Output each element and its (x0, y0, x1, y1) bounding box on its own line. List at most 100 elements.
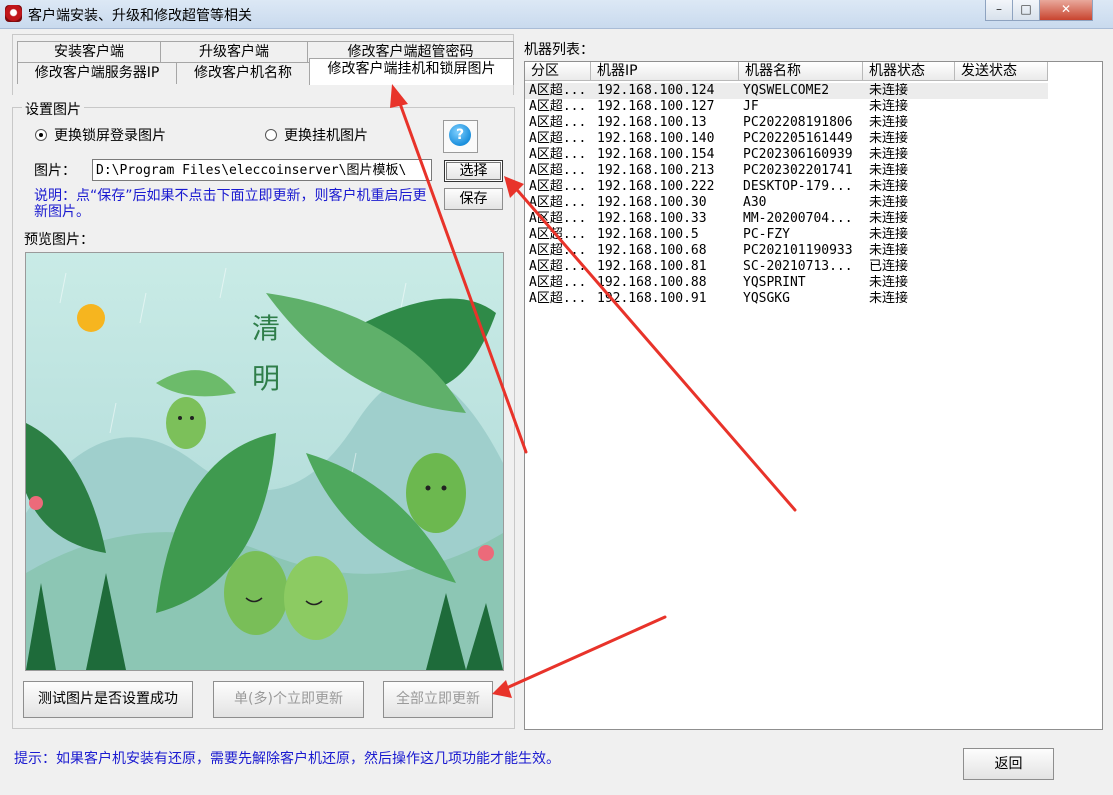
row-status: 未连接 (869, 243, 909, 258)
row-ip: 192.168.100.30 (597, 195, 707, 210)
row-zone: A区超... (529, 227, 587, 242)
row-machine-name: YQSWELCOME2 (743, 83, 830, 98)
radio-lock-screen[interactable] (35, 129, 47, 141)
table-row[interactable]: A区超... 192.168.100.154 PC202306160939 未连接 (525, 147, 1048, 163)
row-ip: 192.168.100.91 (597, 291, 707, 306)
table-row[interactable]: A区超... 192.168.100.213 PC202302201741 未连接 (525, 163, 1048, 179)
row-status: 未连接 (869, 227, 909, 242)
col-zone[interactable]: 分区 (525, 62, 591, 81)
row-ip: 192.168.100.140 (597, 131, 715, 146)
machine-list-label: 机器列表： (524, 42, 594, 58)
window-title: 客户端安装、升级和修改超管等相关 (28, 8, 252, 24)
update-all-button[interactable]: 全部立即更新 (383, 681, 493, 718)
col-name[interactable]: 机器名称 (739, 62, 863, 81)
radio-lock-screen-label[interactable]: 更换锁屏登录图片 (54, 125, 166, 145)
row-machine-name: JF (743, 99, 759, 114)
table-row[interactable]: A区超... 192.168.100.127 JF 未连接 (525, 99, 1048, 115)
row-status: 未连接 (869, 115, 909, 130)
row-machine-name: PC202101190933 (743, 243, 853, 258)
row-zone: A区超... (529, 243, 587, 258)
table-row[interactable]: A区超... 192.168.100.124 YQSWELCOME2 未连接 (525, 83, 1048, 99)
row-zone: A区超... (529, 99, 587, 114)
table-row[interactable]: A区超... 192.168.100.222 DESKTOP-179... 未连接 (525, 179, 1048, 195)
app-icon (5, 5, 22, 22)
row-status: 已连接 (869, 259, 909, 274)
tab-upgrade-client[interactable]: 升级客户端 (160, 41, 308, 63)
maximize-button[interactable]: □ (1012, 0, 1040, 21)
preview-image: 清 明 (25, 252, 504, 671)
tab-change-lock-images[interactable]: 修改客户端挂机和锁屏图片 (309, 58, 514, 85)
table-row[interactable]: A区超... 192.168.100.81 SC-20210713... 已连接 (525, 259, 1048, 275)
row-machine-name: YQSPRINT (743, 275, 806, 290)
row-status: 未连接 (869, 179, 909, 194)
row-machine-name: PC202302201741 (743, 163, 853, 178)
save-button[interactable]: 保存 (444, 188, 503, 210)
col-status[interactable]: 机器状态 (863, 62, 955, 81)
row-zone: A区超... (529, 275, 587, 290)
row-zone: A区超... (529, 83, 587, 98)
row-ip: 192.168.100.222 (597, 179, 715, 194)
tab-change-machine-name[interactable]: 修改客户机名称 (176, 62, 310, 84)
row-status: 未连接 (869, 211, 909, 226)
table-row[interactable]: A区超... 192.168.100.30 A30 未连接 (525, 195, 1048, 211)
tab-install-client[interactable]: 安装客户端 (17, 41, 161, 63)
row-ip: 192.168.100.13 (597, 115, 707, 130)
choose-button[interactable]: 选择 (444, 160, 503, 182)
table-row[interactable]: A区超... 192.168.100.91 YQSGKG 未连接 (525, 291, 1048, 307)
image-label: 图片： (34, 163, 76, 179)
table-row[interactable]: A区超... 192.168.100.140 PC202205161449 未连接 (525, 131, 1048, 147)
close-button[interactable]: ✕ (1039, 0, 1093, 21)
row-status: 未连接 (869, 195, 909, 210)
row-ip: 192.168.100.213 (597, 163, 715, 178)
row-machine-name: YQSGKG (743, 291, 790, 306)
hint-text: 提示：如果客户机安装有还原，需要先解除客户机还原，然后操作这几项功能才能生效。 (14, 751, 560, 767)
back-button[interactable]: 返回 (963, 748, 1054, 780)
row-status: 未连接 (869, 163, 909, 178)
machine-list[interactable]: 分区 机器IP 机器名称 机器状态 发送状态 A区超... 192.168.100… (524, 61, 1103, 730)
table-row[interactable]: A区超... 192.168.100.5 PC-FZY 未连接 (525, 227, 1048, 243)
row-status: 未连接 (869, 291, 909, 306)
row-zone: A区超... (529, 179, 587, 194)
single-update-button[interactable]: 单(多)个立即更新 (213, 681, 364, 718)
table-row[interactable]: A区超... 192.168.100.68 PC202101190933 未连接 (525, 243, 1048, 259)
image-settings-title: 设置图片 (22, 99, 84, 119)
row-status: 未连接 (869, 147, 909, 162)
row-zone: A区超... (529, 131, 587, 146)
preview-label: 预览图片： (24, 232, 94, 248)
row-zone: A区超... (529, 147, 587, 162)
row-ip: 192.168.100.81 (597, 259, 707, 274)
help-button[interactable]: ? (443, 120, 478, 153)
table-row[interactable]: A区超... 192.168.100.88 YQSPRINT 未连接 (525, 275, 1048, 291)
row-status: 未连接 (869, 99, 909, 114)
row-ip: 192.168.100.5 (597, 227, 699, 242)
preview-text-2: 明 (252, 362, 280, 395)
radio-idle-image[interactable] (265, 129, 277, 141)
table-row[interactable]: A区超... 192.168.100.13 PC202208191806 未连接 (525, 115, 1048, 131)
tab-change-server-ip[interactable]: 修改客户端服务器IP (17, 62, 177, 84)
row-machine-name: PC202208191806 (743, 115, 853, 130)
test-image-button[interactable]: 测试图片是否设置成功 (23, 681, 193, 718)
radio-idle-image-label[interactable]: 更换挂机图片 (284, 125, 368, 145)
col-send-status[interactable]: 发送状态 (955, 62, 1048, 81)
row-ip: 192.168.100.68 (597, 243, 707, 258)
spring-illustration: 清 明 (26, 253, 503, 670)
row-machine-name: PC202306160939 (743, 147, 853, 162)
row-zone: A区超... (529, 115, 587, 130)
image-path-field[interactable]: D:\Program Files\eleccoinserver\图片模板\ (92, 159, 432, 181)
save-note: 说明：点“保存”后如果不点击下面立即更新，则客户机重启后更新图片。 (34, 188, 427, 220)
row-ip: 192.168.100.154 (597, 147, 715, 162)
row-machine-name: PC202205161449 (743, 131, 853, 146)
row-zone: A区超... (529, 195, 587, 210)
preview-text-1: 清 (252, 312, 280, 345)
col-ip[interactable]: 机器IP (591, 62, 739, 81)
row-zone: A区超... (529, 163, 587, 178)
row-zone: A区超... (529, 259, 587, 274)
row-machine-name: SC-20210713... (743, 259, 853, 274)
row-machine-name: DESKTOP-179... (743, 179, 853, 194)
row-status: 未连接 (869, 131, 909, 146)
row-machine-name: A30 (743, 195, 767, 210)
table-row[interactable]: A区超... 192.168.100.33 MM-20200704... 未连接 (525, 211, 1048, 227)
row-machine-name: PC-FZY (743, 227, 790, 242)
row-ip: 192.168.100.124 (597, 83, 715, 98)
minimize-button[interactable]: – (985, 0, 1013, 21)
